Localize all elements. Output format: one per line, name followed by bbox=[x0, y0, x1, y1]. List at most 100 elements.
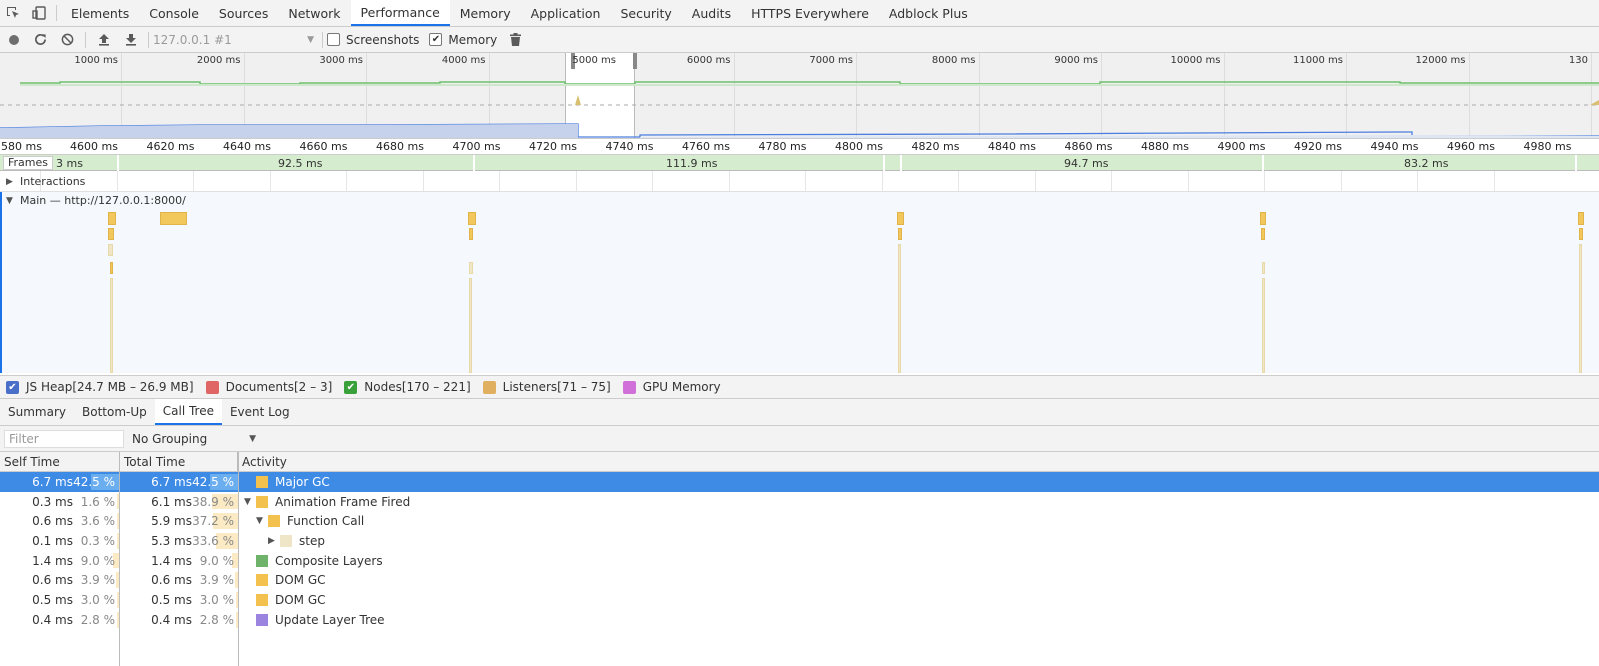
flame-block[interactable] bbox=[469, 278, 472, 373]
table-row[interactable]: 0.6 ms 3.9 % 0.6 ms 3.9 % DOM GC bbox=[0, 570, 1599, 590]
flame-block[interactable] bbox=[469, 228, 473, 240]
legend-checkbox[interactable]: ✔ bbox=[6, 380, 19, 394]
grouping-select[interactable]: No Grouping ▼ bbox=[132, 432, 256, 446]
frame-duration[interactable]: 92.5 ms bbox=[278, 157, 322, 170]
tab-console[interactable]: Console bbox=[139, 0, 209, 26]
flame-block[interactable] bbox=[897, 212, 904, 225]
collapse-triangle-icon[interactable]: ▼ bbox=[244, 497, 256, 507]
legend-checkbox[interactable]: ✔ bbox=[344, 380, 358, 394]
collapse-triangle-icon[interactable]: ▼ bbox=[6, 196, 14, 206]
legend-checkbox[interactable] bbox=[482, 380, 496, 394]
collapse-triangle-icon[interactable]: ▼ bbox=[256, 516, 268, 526]
flame-block[interactable] bbox=[1579, 244, 1582, 373]
screenshots-toggle[interactable]: Screenshots bbox=[327, 33, 419, 47]
flame-block[interactable] bbox=[1578, 212, 1584, 225]
frames-track[interactable]: Frames 3 ms 92.5 ms 111.9 ms 94.7 ms 83.… bbox=[0, 155, 1599, 171]
flame-block[interactable] bbox=[108, 212, 116, 225]
frame-duration[interactable]: 3 ms bbox=[56, 157, 83, 170]
ruler-time-label: 4860 ms bbox=[1064, 140, 1113, 153]
table-row[interactable]: 0.5 ms 3.0 % 0.5 ms 3.0 % DOM GC bbox=[0, 590, 1599, 610]
flame-block[interactable] bbox=[898, 244, 901, 373]
expand-triangle-icon[interactable]: ▶ bbox=[268, 536, 280, 546]
tab-adblock-plus[interactable]: Adblock Plus bbox=[879, 0, 978, 26]
tab-security[interactable]: Security bbox=[610, 0, 681, 26]
tab-sources[interactable]: Sources bbox=[209, 0, 278, 26]
flame-block[interactable] bbox=[108, 228, 114, 240]
session-select[interactable]: 127.0.0.1 #1 ▼ bbox=[153, 31, 318, 49]
flame-block[interactable] bbox=[469, 262, 473, 274]
record-button[interactable] bbox=[0, 27, 27, 53]
tab-https-everywhere[interactable]: HTTPS Everywhere bbox=[741, 0, 879, 26]
flame-chart[interactable]: Frames 3 ms 92.5 ms 111.9 ms 94.7 ms 83.… bbox=[0, 155, 1599, 373]
session-value: 127.0.0.1 #1 bbox=[153, 32, 232, 47]
table-row[interactable]: 1.4 ms 9.0 % 1.4 ms 9.0 % Composite Layers bbox=[0, 551, 1599, 571]
legend-item-gpu-memory[interactable]: GPU Memory bbox=[622, 380, 721, 394]
activity-name: Major GC bbox=[275, 474, 330, 489]
flame-block[interactable] bbox=[108, 244, 113, 256]
tab-network[interactable]: Network bbox=[278, 0, 350, 26]
tab-call-tree[interactable]: Call Tree bbox=[154, 399, 222, 425]
flame-block[interactable] bbox=[160, 212, 187, 225]
expand-triangle-icon[interactable]: ▶ bbox=[6, 177, 14, 187]
flame-block[interactable] bbox=[1261, 228, 1265, 240]
toolbar-separator bbox=[148, 31, 149, 48]
flame-block[interactable] bbox=[898, 228, 902, 240]
flame-block[interactable] bbox=[1579, 228, 1583, 240]
filter-input[interactable] bbox=[4, 429, 124, 448]
table-row[interactable]: 0.1 ms 0.3 % 5.3 ms 33.6 % ▶ step bbox=[0, 531, 1599, 551]
clear-button[interactable] bbox=[54, 27, 81, 53]
legend-item-js-heap[interactable]: ✔ JS Heap[24.7 MB – 26.9 MB] bbox=[6, 380, 194, 394]
memory-checkbox[interactable]: ✔ bbox=[429, 33, 443, 46]
tab-summary[interactable]: Summary bbox=[0, 399, 74, 425]
interactions-track-header[interactable]: ▶ Interactions bbox=[0, 172, 1599, 192]
load-profile-button[interactable] bbox=[90, 27, 117, 53]
frame-duration[interactable]: 83.2 ms bbox=[1404, 157, 1448, 170]
frame-duration[interactable]: 111.9 ms bbox=[666, 157, 717, 170]
flame-block[interactable] bbox=[1262, 262, 1265, 274]
tab-application[interactable]: Application bbox=[521, 0, 611, 26]
flame-block[interactable] bbox=[1262, 278, 1265, 373]
frame-boundary bbox=[900, 155, 902, 171]
call-tree-header: Self Time Total Time Activity bbox=[0, 452, 1599, 472]
tab-bottom-up[interactable]: Bottom-Up bbox=[74, 399, 155, 425]
tab-event-log[interactable]: Event Log bbox=[222, 399, 298, 425]
tab-performance[interactable]: Performance bbox=[350, 0, 450, 26]
flame-block[interactable] bbox=[110, 278, 113, 373]
activity-name: DOM GC bbox=[275, 573, 326, 588]
garbage-collect-button[interactable] bbox=[507, 27, 523, 53]
total-time-value: 6.7 ms bbox=[151, 474, 192, 489]
column-divider bbox=[238, 452, 239, 666]
save-profile-button[interactable] bbox=[117, 27, 144, 53]
legend-item-documents[interactable]: Documents[2 – 3] bbox=[205, 380, 332, 394]
tab-audits[interactable]: Audits bbox=[682, 0, 741, 26]
table-row[interactable]: 0.3 ms 1.6 % 6.1 ms 38.9 % ▼ Animation Frame … bbox=[0, 492, 1599, 512]
table-row[interactable]: 0.4 ms 2.8 % 0.4 ms 2.8 % Update Layer Tree bbox=[0, 610, 1599, 630]
total-time-header[interactable]: Total Time bbox=[120, 452, 238, 471]
ruler-time-label: 4980 ms bbox=[1523, 140, 1572, 153]
frame-duration[interactable]: 94.7 ms bbox=[1064, 157, 1108, 170]
timeline-overview[interactable]: 1000 ms 2000 ms 3000 ms 4000 ms 5000 ms 6000 … bbox=[0, 53, 1599, 139]
main-track-header[interactable]: ▼ Main — http://127.0.0.1:8000/ bbox=[6, 194, 186, 207]
self-time-header[interactable]: Self Time bbox=[0, 452, 120, 471]
legend-checkbox[interactable] bbox=[205, 380, 219, 394]
table-row[interactable]: 0.6 ms 3.6 % 5.9 ms 37.2 % ▼ Function Call bbox=[0, 511, 1599, 531]
legend-item-listeners[interactable]: Listeners[71 – 75] bbox=[482, 380, 611, 394]
tab-elements[interactable]: Elements bbox=[61, 0, 139, 26]
device-toolbar-button[interactable] bbox=[26, 0, 52, 26]
legend-item-nodes[interactable]: ✔ Nodes[170 – 221] bbox=[344, 380, 471, 394]
reload-record-button[interactable] bbox=[27, 27, 54, 53]
flame-block[interactable] bbox=[468, 212, 476, 225]
activity-header[interactable]: Activity bbox=[238, 452, 1599, 471]
frame-boundary bbox=[883, 155, 885, 171]
table-row[interactable]: 6.7 ms 42.5 % 6.7 ms 42.5 % Major GC bbox=[0, 472, 1599, 492]
screenshots-checkbox[interactable] bbox=[327, 33, 340, 46]
flame-block[interactable] bbox=[110, 262, 113, 274]
inspect-element-button[interactable] bbox=[0, 0, 26, 26]
tab-memory[interactable]: Memory bbox=[450, 0, 521, 26]
main-thread-track[interactable]: ▼ Main — http://127.0.0.1:8000/ bbox=[0, 192, 1599, 373]
self-time-cell: 0.4 ms 2.8 % bbox=[0, 610, 119, 630]
flame-block[interactable] bbox=[1260, 212, 1266, 225]
memory-toggle[interactable]: ✔ Memory bbox=[429, 33, 497, 47]
legend-checkbox[interactable] bbox=[622, 380, 636, 394]
self-time-percent: 3.9 % bbox=[80, 573, 115, 588]
